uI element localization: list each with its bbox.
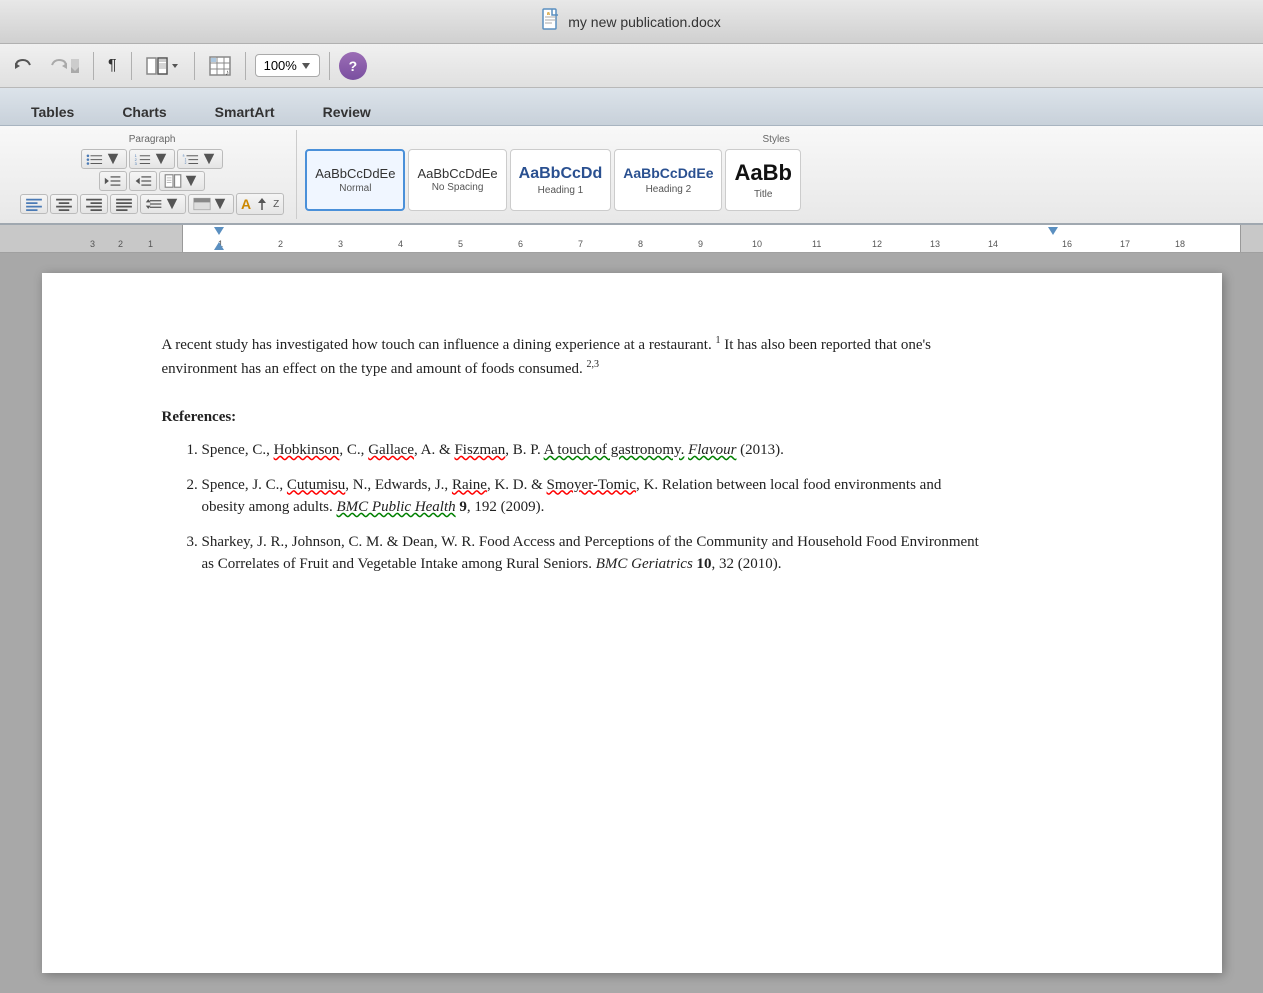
reference-list: Spence, C., Hobkinson, C., Gallace, A. &… bbox=[162, 439, 982, 576]
tab-review[interactable]: Review bbox=[300, 97, 394, 126]
sort-button[interactable]: A Z bbox=[236, 193, 284, 215]
paragraph-icon: ¶ bbox=[108, 57, 117, 75]
toolbar: ¶ ♪ 100% ? bbox=[0, 44, 1263, 88]
tab-tables[interactable]: Tables bbox=[8, 97, 97, 126]
style-heading1-preview: AaBbCcDd bbox=[519, 164, 603, 183]
style-normal-label: Normal bbox=[339, 183, 371, 194]
zoom-value: 100% bbox=[264, 58, 297, 73]
align-right-button[interactable] bbox=[80, 194, 108, 214]
line-spacing-button[interactable] bbox=[140, 194, 186, 214]
shading-button[interactable] bbox=[188, 194, 234, 214]
paragraph-group: Paragraph 1 bbox=[8, 130, 297, 219]
redo-button[interactable] bbox=[44, 54, 84, 78]
ref3-text: Sharkey, J. R., Johnson, C. M. & Dean, W… bbox=[202, 534, 979, 573]
style-heading2[interactable]: AaBbCcDdEe Heading 2 bbox=[614, 149, 722, 211]
style-title[interactable]: AaBb Title bbox=[725, 149, 800, 211]
main-paragraph: A recent study has investigated how touc… bbox=[162, 333, 982, 381]
styles-group: Styles AaBbCcDdEe Normal AaBbCcDdEe No S… bbox=[297, 130, 1255, 219]
toolbar-sep-4 bbox=[245, 52, 246, 80]
style-nospacing-label: No Spacing bbox=[432, 182, 484, 193]
svg-text:♪: ♪ bbox=[225, 68, 229, 76]
svg-text:2: 2 bbox=[185, 161, 187, 165]
undo-button[interactable] bbox=[8, 54, 38, 78]
document-page: A recent study has investigated how touc… bbox=[42, 273, 1222, 973]
styles-row: AaBbCcDdEe Normal AaBbCcDdEe No Spacing … bbox=[305, 149, 1247, 211]
indent-row bbox=[99, 171, 205, 191]
style-nospacing-preview: AaBbCcDdEe bbox=[417, 167, 497, 180]
ref1-text: Spence, C., Hobkinson, C., Gallace, A. &… bbox=[202, 442, 784, 458]
help-icon: ? bbox=[349, 58, 358, 74]
tab-charts[interactable]: Charts bbox=[99, 97, 189, 126]
style-title-preview: AaBb bbox=[734, 160, 791, 186]
ribbon-content: Paragraph 1 bbox=[0, 126, 1263, 225]
increase-indent-button[interactable] bbox=[129, 171, 157, 191]
insert-table-button[interactable]: ♪ bbox=[204, 53, 236, 79]
ruler-inner: 3 2 1 1 2 3 4 5 6 7 8 9 10 11 12 13 14 1… bbox=[0, 225, 1263, 252]
document-content: A recent study has investigated how touc… bbox=[162, 333, 982, 576]
references-heading: References: bbox=[162, 405, 982, 429]
style-normal[interactable]: AaBbCcDdEe Normal bbox=[305, 149, 405, 211]
align-left-button[interactable] bbox=[20, 194, 48, 214]
ruler: 3 2 1 1 2 3 4 5 6 7 8 9 10 11 12 13 14 1… bbox=[0, 225, 1263, 253]
page-layout-button[interactable] bbox=[159, 171, 205, 191]
toolbar-sep-3 bbox=[194, 52, 195, 80]
style-heading2-label: Heading 2 bbox=[646, 184, 692, 195]
styles-group-label: Styles bbox=[305, 134, 1247, 145]
zoom-control[interactable]: 100% bbox=[255, 54, 320, 77]
multilevel-list-button[interactable]: a 1 2 bbox=[177, 149, 223, 169]
paragraph-text: A recent study has investigated how touc… bbox=[162, 337, 932, 377]
toolbar-sep-2 bbox=[131, 52, 132, 80]
tab-smartart[interactable]: SmartArt bbox=[192, 97, 298, 126]
style-normal-preview: AaBbCcDdEe bbox=[315, 166, 395, 182]
style-heading1[interactable]: AaBbCcDd Heading 1 bbox=[510, 149, 612, 211]
help-button[interactable]: ? bbox=[339, 52, 367, 80]
ribbon-tabs: Tables Charts SmartArt Review bbox=[0, 88, 1263, 126]
style-heading2-preview: AaBbCcDdEe bbox=[623, 165, 713, 182]
justify-button[interactable] bbox=[110, 194, 138, 214]
list-row-1: 1 2 3 a 1 2 bbox=[81, 149, 223, 169]
document-icon: a bbox=[542, 8, 560, 35]
show-paragraph-button[interactable]: ¶ bbox=[103, 54, 122, 78]
style-title-label: Title bbox=[754, 189, 773, 200]
style-no-spacing[interactable]: AaBbCcDdEe No Spacing bbox=[408, 149, 506, 211]
decrease-indent-button[interactable] bbox=[99, 171, 127, 191]
reference-item-2: Spence, J. C., Cutumisu, N., Edwards, J.… bbox=[202, 474, 982, 519]
paragraph-controls: 1 2 3 a 1 2 bbox=[20, 149, 284, 215]
paragraph-group-label: Paragraph bbox=[129, 134, 176, 145]
reference-item-3: Sharkey, J. R., Johnson, C. M. & Dean, W… bbox=[202, 531, 982, 576]
reference-item-1: Spence, C., Hobkinson, C., Gallace, A. &… bbox=[202, 439, 982, 462]
sort-icon: A Z bbox=[241, 196, 279, 212]
style-heading1-label: Heading 1 bbox=[538, 185, 584, 196]
bullet-list-button[interactable] bbox=[81, 149, 127, 169]
svg-text:3: 3 bbox=[135, 162, 137, 166]
ref2-text: Spence, J. C., Cutumisu, N., Edwards, J.… bbox=[202, 477, 942, 516]
document-area: A recent study has investigated how touc… bbox=[0, 253, 1263, 993]
view-button[interactable] bbox=[141, 54, 185, 78]
toolbar-sep-1 bbox=[93, 52, 94, 80]
align-center-button[interactable] bbox=[50, 194, 78, 214]
numbered-list-button[interactable]: 1 2 3 bbox=[129, 149, 175, 169]
align-row: A Z bbox=[20, 193, 284, 215]
window-title: my new publication.docx bbox=[568, 14, 721, 30]
svg-text:a: a bbox=[547, 11, 550, 17]
title-bar: a my new publication.docx bbox=[0, 0, 1263, 44]
toolbar-sep-5 bbox=[329, 52, 330, 80]
